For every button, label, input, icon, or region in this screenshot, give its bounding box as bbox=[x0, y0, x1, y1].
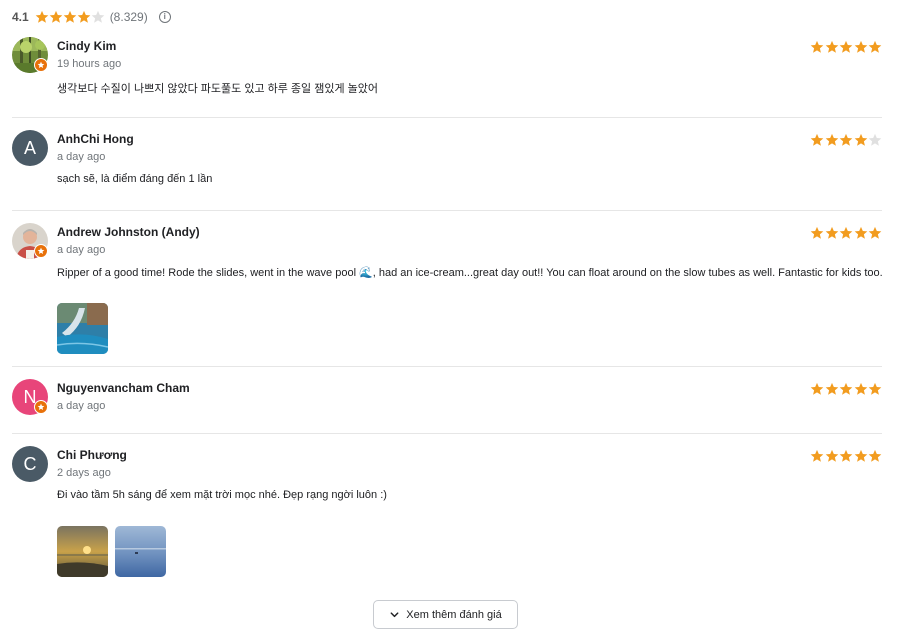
review-item: Andrew Johnston (Andy) a day ago Ripper … bbox=[12, 223, 883, 358]
review-item: A AnhChi Hong a day ago sạch sẽ, là điểm… bbox=[12, 130, 882, 200]
avatar[interactable]: A bbox=[12, 130, 48, 166]
review-stars bbox=[810, 382, 882, 396]
star-filled-icon bbox=[810, 133, 824, 147]
star-filled-icon bbox=[839, 449, 853, 463]
review-item: N Nguyenvancham Cham a day ago bbox=[12, 379, 882, 424]
info-icon[interactable]: i bbox=[158, 11, 171, 23]
star-icon bbox=[37, 403, 45, 411]
review-item: Cindy Kim 19 hours ago 생각보다 수질이 나쁘지 않았다 … bbox=[12, 37, 882, 107]
divider bbox=[12, 117, 882, 118]
more-reviews-label: Xem thêm đánh giá bbox=[406, 608, 502, 621]
divider bbox=[12, 210, 882, 211]
chevron-down-icon bbox=[390, 612, 399, 618]
avatar-letter: A bbox=[12, 130, 48, 166]
summary-stars bbox=[35, 10, 105, 24]
reviewer-name[interactable]: Chi Phương bbox=[57, 448, 127, 462]
review-time: a day ago bbox=[57, 244, 106, 256]
average-score: 4.1 bbox=[12, 10, 29, 24]
star-filled-icon bbox=[839, 133, 853, 147]
review-photos bbox=[57, 526, 166, 577]
review-text: Ripper of a good time! Rode the slides, … bbox=[57, 267, 883, 279]
more-reviews-button[interactable]: Xem thêm đánh giá bbox=[373, 600, 518, 629]
review-time: a day ago bbox=[57, 151, 106, 163]
star-filled-icon bbox=[35, 10, 49, 24]
star-filled-icon bbox=[868, 449, 882, 463]
review-text: sạch sẽ, là điểm đáng đến 1 lần bbox=[57, 173, 213, 185]
avatar[interactable] bbox=[12, 37, 48, 73]
review-item: C Chi Phương 2 days ago Đi vào tầm 5h sá… bbox=[12, 446, 882, 581]
star-filled-icon bbox=[854, 226, 868, 240]
star-filled-icon bbox=[825, 449, 839, 463]
star-filled-icon bbox=[49, 10, 63, 24]
sunrise-photo[interactable] bbox=[57, 526, 108, 577]
star-filled-icon bbox=[868, 40, 882, 54]
review-time: 19 hours ago bbox=[57, 58, 122, 70]
reviewer-name[interactable]: Andrew Johnston (Andy) bbox=[57, 225, 200, 239]
reviewer-name[interactable]: Cindy Kim bbox=[57, 39, 116, 53]
sea-photo[interactable] bbox=[115, 526, 166, 577]
star-empty-icon bbox=[91, 10, 105, 24]
reviewer-name[interactable]: Nguyenvancham Cham bbox=[57, 381, 190, 395]
avatar[interactable] bbox=[12, 223, 48, 259]
divider bbox=[12, 366, 882, 367]
star-filled-icon bbox=[868, 382, 882, 396]
star-filled-icon bbox=[839, 40, 853, 54]
reviewer-name[interactable]: AnhChi Hong bbox=[57, 132, 134, 146]
star-filled-icon bbox=[868, 226, 882, 240]
star-filled-icon bbox=[810, 226, 824, 240]
review-stars bbox=[810, 40, 882, 54]
local-guide-badge bbox=[34, 244, 48, 258]
star-filled-icon bbox=[854, 382, 868, 396]
avatar[interactable]: N bbox=[12, 379, 48, 415]
star-empty-icon bbox=[868, 133, 882, 147]
review-stars bbox=[810, 226, 882, 240]
divider bbox=[12, 433, 882, 434]
local-guide-badge bbox=[34, 400, 48, 414]
star-filled-icon bbox=[825, 226, 839, 240]
review-text: Đi vào tầm 5h sáng để xem mặt trời mọc n… bbox=[57, 489, 387, 501]
review-stars bbox=[810, 133, 882, 147]
review-time: 2 days ago bbox=[57, 467, 111, 479]
local-guide-badge bbox=[34, 58, 48, 72]
star-filled-icon bbox=[839, 382, 853, 396]
star-filled-icon bbox=[810, 382, 824, 396]
waterslide-photo[interactable] bbox=[57, 303, 108, 354]
star-filled-icon bbox=[63, 10, 77, 24]
star-filled-icon bbox=[77, 10, 91, 24]
star-icon bbox=[37, 247, 45, 255]
star-filled-icon bbox=[825, 382, 839, 396]
star-filled-icon bbox=[854, 40, 868, 54]
star-filled-icon bbox=[825, 40, 839, 54]
star-filled-icon bbox=[810, 40, 824, 54]
star-icon bbox=[37, 61, 45, 69]
review-count: (8.329) bbox=[109, 10, 148, 24]
star-filled-icon bbox=[854, 133, 868, 147]
star-filled-icon bbox=[825, 133, 839, 147]
star-filled-icon bbox=[839, 226, 853, 240]
avatar[interactable]: C bbox=[12, 446, 48, 482]
review-time: a day ago bbox=[57, 400, 106, 412]
star-filled-icon bbox=[810, 449, 824, 463]
review-text: 생각보다 수질이 나쁘지 않았다 파도풀도 있고 하루 종일 잼있게 놀았어 bbox=[57, 83, 378, 95]
rating-summary: 4.1 (8.329) i bbox=[12, 9, 171, 25]
review-photos bbox=[57, 303, 108, 354]
avatar-letter: C bbox=[12, 446, 48, 482]
star-filled-icon bbox=[854, 449, 868, 463]
review-stars bbox=[810, 449, 882, 463]
